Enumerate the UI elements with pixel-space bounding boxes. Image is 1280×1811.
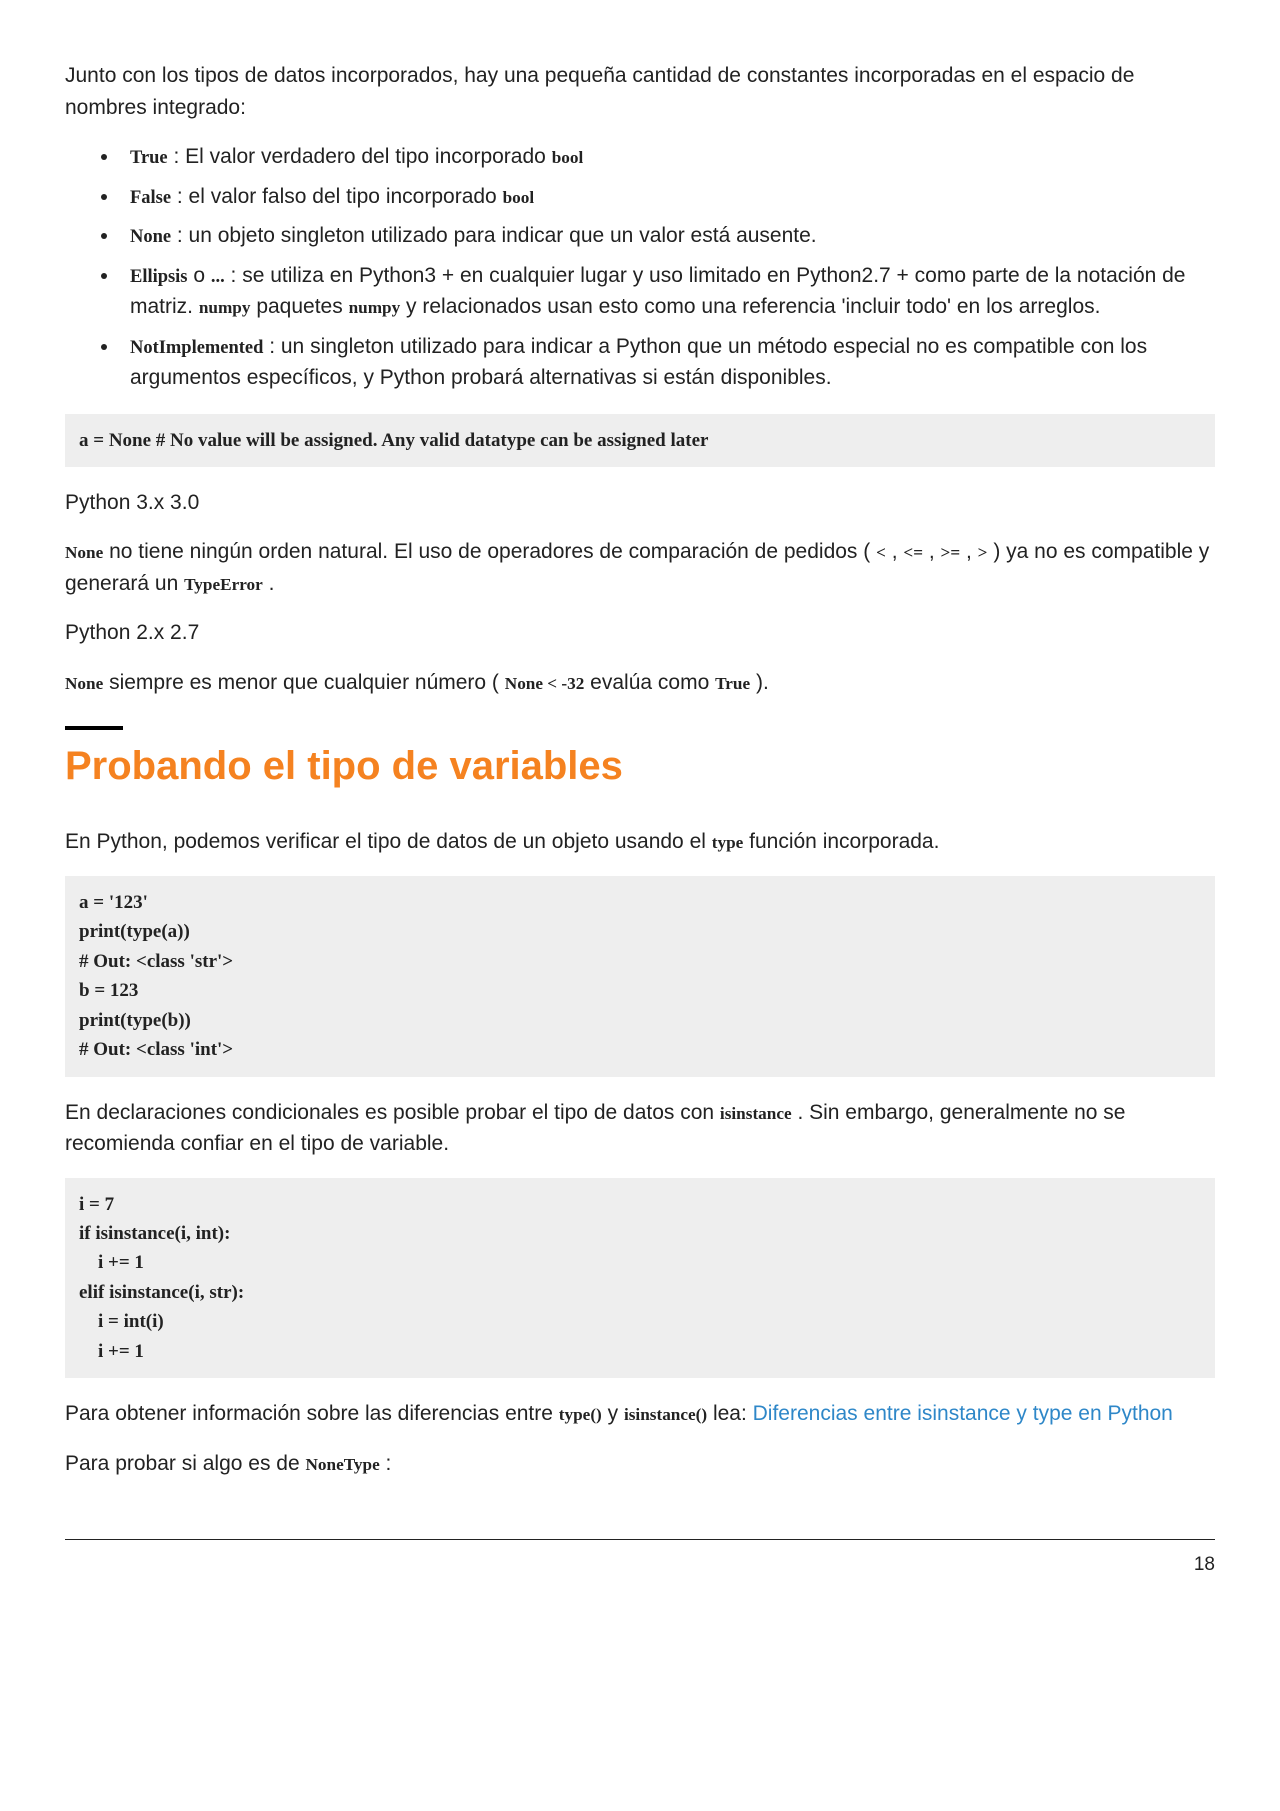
conditional-paragraph: En declaraciones condicionales es posibl…: [65, 1097, 1215, 1160]
list-item: Ellipsis o ... : se utiliza en Python3 +…: [120, 260, 1215, 323]
page-number: 18: [65, 1551, 1215, 1580]
section-title: Probando el tipo de variables: [65, 726, 1215, 796]
constants-list: True : El valor verdadero del tipo incor…: [65, 141, 1215, 394]
list-text: y relacionados usan esto como una refere…: [400, 295, 1100, 318]
code-compare: None < -32: [505, 674, 585, 693]
code-ellipsis: Ellipsis: [130, 266, 188, 286]
op-le: <=: [903, 543, 923, 562]
list-text: o: [188, 264, 211, 287]
python-27-paragraph: None siempre es menor que cualquier núme…: [65, 667, 1215, 699]
nonetype-paragraph: Para probar si algo es de NoneType :: [65, 1448, 1215, 1480]
code-bool: bool: [503, 188, 535, 207]
op-lt: <: [876, 543, 886, 562]
section-intro: En Python, podemos verificar el tipo de …: [65, 826, 1215, 858]
footer-divider: [65, 1539, 1215, 1540]
code-none: None: [130, 226, 171, 246]
list-text: : el valor falso del tipo incorporado: [171, 185, 497, 208]
code-dots: ...: [211, 266, 225, 286]
code-block-assign-none: a = None # No value will be assigned. An…: [65, 414, 1215, 467]
op-gt: >: [978, 543, 988, 562]
list-item: None : un objeto singleton utilizado par…: [120, 220, 1215, 252]
sep: ,: [923, 540, 941, 563]
differences-link[interactable]: Diferencias entre isinstance y type en P…: [753, 1402, 1173, 1425]
code-none: None: [65, 543, 103, 562]
code-bool: bool: [552, 148, 584, 167]
python-27-heading: Python 2.x 2.7: [65, 617, 1215, 649]
list-item: True : El valor verdadero del tipo incor…: [120, 141, 1215, 173]
code-nonetype: NoneType: [305, 1455, 379, 1474]
list-item: NotImplemented : un singleton utilizado …: [120, 331, 1215, 394]
code-true: True: [130, 147, 168, 167]
code-none: None: [65, 674, 103, 693]
code-block-type: a = '123' print(type(a)) # Out: <class '…: [65, 876, 1215, 1077]
text: :: [380, 1452, 392, 1475]
text: y: [602, 1402, 624, 1425]
period: .: [263, 572, 275, 595]
intro-paragraph: Junto con los tipos de datos incorporado…: [65, 60, 1215, 123]
differences-paragraph: Para obtener información sobre las difer…: [65, 1398, 1215, 1430]
list-text: paquetes: [250, 295, 348, 318]
text: lea:: [707, 1402, 753, 1425]
list-item: False : el valor falso del tipo incorpor…: [120, 181, 1215, 213]
code-type-call: type(): [559, 1405, 602, 1424]
text: ).: [750, 671, 769, 694]
python-3x-heading: Python 3.x 3.0: [65, 487, 1215, 519]
op-ge: >=: [941, 543, 961, 562]
sep: ,: [886, 540, 904, 563]
code-false: False: [130, 187, 171, 207]
code-typeerror: TypeError: [184, 575, 263, 594]
text: evalúa como: [584, 671, 715, 694]
code-isinstance: isinstance: [720, 1104, 792, 1123]
text: Para obtener información sobre las difer…: [65, 1402, 559, 1425]
list-text: : El valor verdadero del tipo incorporad…: [168, 145, 546, 168]
list-text: : un objeto singleton utilizado para ind…: [171, 224, 817, 247]
code-notimplemented: NotImplemented: [130, 337, 263, 357]
code-block-isinstance: i = 7 if isinstance(i, int): i += 1 elif…: [65, 1178, 1215, 1379]
sep: ,: [960, 540, 978, 563]
text: siempre es menor que cualquier número (: [103, 671, 505, 694]
code-numpy: numpy: [199, 298, 251, 317]
text: Para probar si algo es de: [65, 1452, 305, 1475]
code-true: True: [715, 674, 750, 693]
text: función incorporada.: [743, 830, 939, 853]
text: En Python, podemos verificar el tipo de …: [65, 830, 712, 853]
list-text: : un singleton utilizado para indicar a …: [130, 335, 1147, 390]
text: En declaraciones condicionales es posibl…: [65, 1101, 720, 1124]
code-isinstance-call: isinstance(): [624, 1405, 707, 1424]
text: no tiene ningún orden natural. El uso de…: [103, 540, 876, 563]
code-numpy: numpy: [349, 298, 401, 317]
code-type: type: [712, 833, 744, 852]
python-3x-paragraph: None no tiene ningún orden natural. El u…: [65, 536, 1215, 599]
